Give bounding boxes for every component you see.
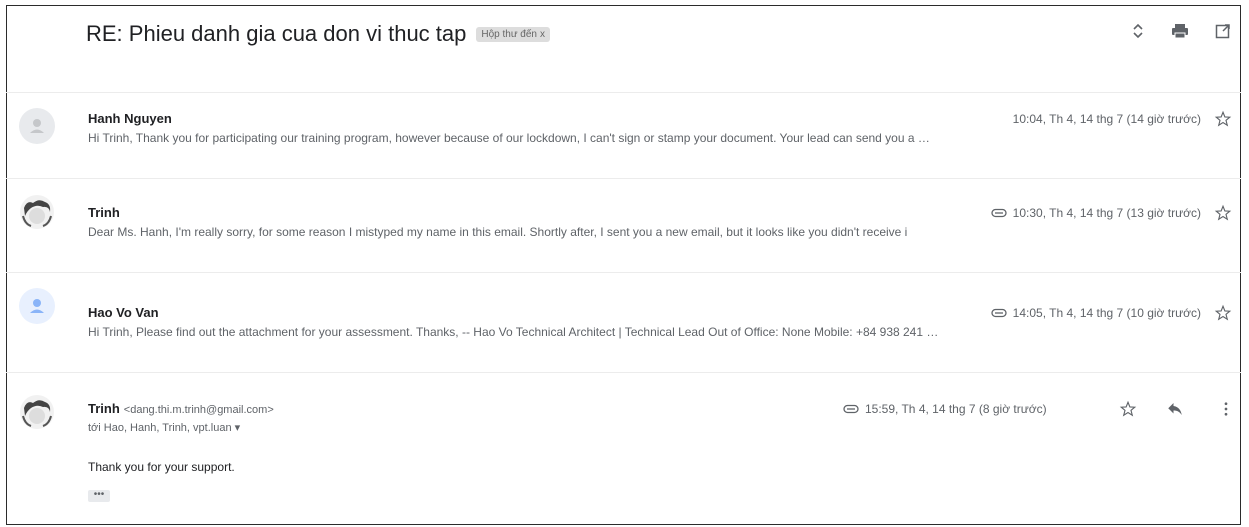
- inbox-label-chip[interactable]: Hộp thư đến x: [476, 26, 550, 42]
- sender-avatar: [19, 194, 55, 230]
- profile-photo-icon: [20, 395, 54, 429]
- recipients-toggle[interactable]: tới Hao, Hanh, Trinh, vpt.luan ▾: [88, 421, 240, 434]
- print-icon[interactable]: [1171, 22, 1189, 40]
- message-sender[interactable]: Hao Vo Van: [88, 305, 159, 320]
- divider: [6, 178, 1241, 179]
- thread-actions: [1131, 22, 1231, 40]
- sender-avatar: [19, 108, 55, 144]
- expanded-date-text: 15:59, Th 4, 14 thg 7 (8 giờ trước): [865, 402, 1047, 416]
- reply-icon[interactable]: [1166, 400, 1184, 418]
- default-avatar-icon: [30, 299, 44, 313]
- expanded-date: 15:59, Th 4, 14 thg 7 (8 giờ trước): [843, 402, 1047, 416]
- divider: [6, 372, 1241, 373]
- inbox-label-text: Hộp thư đến: [481, 28, 537, 40]
- attachment-icon: [991, 308, 1007, 318]
- message-sender[interactable]: Hanh Nguyen: [88, 111, 172, 126]
- star-icon[interactable]: [1214, 110, 1232, 128]
- message-body: Thank you for your support.: [88, 460, 235, 474]
- expanded-sender-name[interactable]: Trinh: [88, 401, 120, 416]
- expanded-sender: Trinh <dang.thi.m.trinh@gmail.com>: [88, 401, 274, 416]
- show-trimmed-content-button[interactable]: •••: [88, 490, 110, 502]
- message-date-text: 14:05, Th 4, 14 thg 7 (10 giờ trước): [1012, 306, 1201, 320]
- divider: [6, 92, 1241, 93]
- expand-all-icon[interactable]: [1131, 22, 1145, 40]
- attachment-icon: [843, 404, 859, 414]
- message-snippet[interactable]: Dear Ms. Hanh, I'm really sorry, for som…: [88, 225, 1213, 239]
- star-icon[interactable]: [1119, 400, 1137, 418]
- message-sender[interactable]: Trinh: [88, 205, 120, 220]
- attachment-icon: [991, 208, 1007, 218]
- star-icon[interactable]: [1214, 304, 1232, 322]
- message-date-text: 10:30, Th 4, 14 thg 7 (13 giờ trước): [1012, 206, 1201, 220]
- email-thread-frame: [6, 5, 1241, 525]
- sender-email: <dang.thi.m.trinh@gmail.com>: [123, 404, 274, 416]
- message-date: 14:05, Th 4, 14 thg 7 (10 giờ trước): [991, 306, 1201, 320]
- more-options-icon[interactable]: [1217, 400, 1235, 418]
- message-snippet[interactable]: Hi Trinh, Please find out the attachment…: [88, 325, 1213, 339]
- profile-photo-icon: [20, 195, 54, 229]
- thread-subject: RE: Phieu danh gia cua don vi thuc tap: [86, 21, 467, 46]
- message-date-text: 10:04, Th 4, 14 thg 7 (14 giờ trước): [1012, 112, 1201, 126]
- remove-label-icon[interactable]: x: [540, 29, 545, 40]
- message-date: 10:30, Th 4, 14 thg 7 (13 giờ trước): [991, 206, 1201, 220]
- star-icon[interactable]: [1214, 204, 1232, 222]
- sender-avatar: [19, 394, 55, 430]
- open-new-window-icon[interactable]: [1215, 23, 1231, 39]
- message-snippet[interactable]: Hi Trinh, Thank you for participating ou…: [88, 131, 1213, 145]
- thread-header: RE: Phieu danh gia cua don vi thuc tap H…: [86, 14, 550, 54]
- message-date: 10:04, Th 4, 14 thg 7 (14 giờ trước): [1013, 112, 1201, 126]
- default-avatar-icon: [30, 119, 44, 133]
- divider: [6, 272, 1241, 273]
- sender-avatar: [19, 288, 55, 324]
